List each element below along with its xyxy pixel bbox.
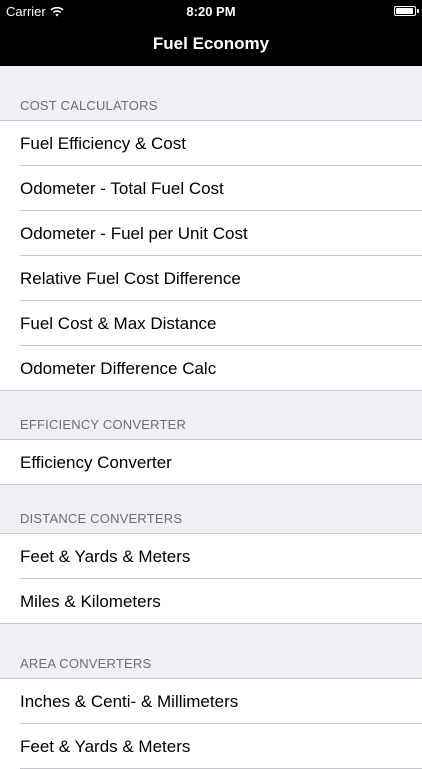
list-item-odometer-fuel-per-unit-cost[interactable]: Odometer - Fuel per Unit Cost <box>0 211 422 256</box>
list-item-odometer-difference-calc[interactable]: Odometer Difference Calc <box>0 346 422 391</box>
list-item-relative-fuel-cost-difference[interactable]: Relative Fuel Cost Difference <box>0 256 422 301</box>
list-item-label: Feet & Yards & Meters <box>20 736 191 756</box>
list-item-fuel-efficiency-cost[interactable]: Fuel Efficiency & Cost <box>0 121 422 166</box>
section-header-cost-calculators: COST CALCULATORS <box>0 66 422 121</box>
calculator-list: COST CALCULATORS Fuel Efficiency & Cost … <box>0 66 422 769</box>
list-item-label: Relative Fuel Cost Difference <box>20 268 241 288</box>
list-item-label: Inches & Centi- & Millimeters <box>20 691 239 711</box>
status-bar: Carrier 8:20 PM <box>0 0 422 22</box>
battery-fill <box>396 8 413 14</box>
list-item-label: Feet & Yards & Meters <box>20 546 191 566</box>
list-item-odometer-total-fuel-cost[interactable]: Odometer - Total Fuel Cost <box>0 166 422 211</box>
list-item-label: Odometer Difference Calc <box>20 358 217 378</box>
section-header-efficiency-converter: EFFICIENCY CONVERTER <box>0 391 422 440</box>
list-item-label: Fuel Efficiency & Cost <box>20 133 186 153</box>
nav-bar: Fuel Economy <box>0 22 422 66</box>
list-item-inches-centi-millimeters[interactable]: Inches & Centi- & Millimeters <box>0 679 422 724</box>
list-item-label: Odometer - Fuel per Unit Cost <box>20 223 248 243</box>
page-title: Fuel Economy <box>152 34 270 53</box>
list-item-fuel-cost-max-distance[interactable]: Fuel Cost & Max Distance <box>0 301 422 346</box>
list-item-feet-yards-meters[interactable]: Feet & Yards & Meters <box>0 534 422 579</box>
list-item-label: Efficiency Converter <box>20 452 172 472</box>
list-item-label: Fuel Cost & Max Distance <box>20 313 217 333</box>
section-header-distance-converters: DISTANCE CONVERTERS <box>0 485 422 534</box>
list-item-efficiency-converter[interactable]: Efficiency Converter <box>0 440 422 485</box>
section-header-area-converters: AREA CONVERTERS <box>0 624 422 679</box>
list-item-area-feet-yards-meters[interactable]: Feet & Yards & Meters <box>0 724 422 769</box>
status-time: 8:20 PM <box>186 4 236 19</box>
battery-icon <box>394 6 419 16</box>
list-item-label: Miles & Kilometers <box>20 591 161 611</box>
list-item-miles-kilometers[interactable]: Miles & Kilometers <box>0 579 422 624</box>
list-item-label: Odometer - Total Fuel Cost <box>20 178 224 198</box>
